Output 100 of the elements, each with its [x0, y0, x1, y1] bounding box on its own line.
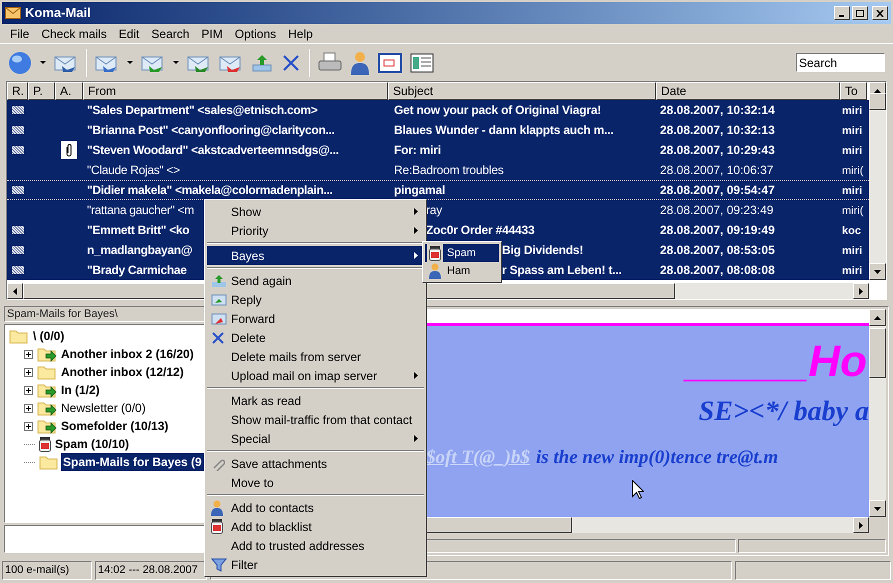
column-header[interactable]: R. — [7, 82, 28, 100]
folder-arrow-icon — [37, 418, 57, 434]
jar-icon — [39, 436, 51, 452]
column-header[interactable]: A. — [55, 82, 83, 100]
menu-item[interactable]: Options — [228, 24, 282, 42]
folder-label[interactable]: Newsletter (0/0) — [59, 399, 148, 417]
mail-row[interactable]: "Didier makela" <makela@colormadenplain... pingamal 28.08.2007, 09:54:47 miri — [7, 180, 869, 200]
scroll-thumb[interactable] — [869, 328, 886, 378]
menu-item[interactable]: PIM — [195, 24, 229, 42]
context-menu-item[interactable]: Filter — [207, 555, 424, 574]
person-icon[interactable] — [350, 50, 370, 74]
folder-label[interactable]: \ (0/0) — [31, 327, 66, 345]
expand-box[interactable] — [24, 350, 33, 358]
column-header[interactable]: P. — [28, 82, 55, 100]
delete-icon — [211, 330, 225, 344]
context-menu-item[interactable]: Add to blacklist — [207, 517, 424, 536]
subject-text: Get now your pack of Original Viagra! — [394, 103, 602, 117]
layout-icon[interactable] — [410, 52, 434, 74]
context-menu-item[interactable]: Mark as read — [207, 391, 424, 410]
folder-label[interactable]: In (1/2) — [59, 381, 102, 399]
mail-row[interactable]: "Brianna Post" <canyonflooring@claritycon... Blaues Wunder - dann klappts auch m... 28.08.2007, 10:32:13 miri — [7, 120, 869, 140]
menu-item[interactable]: File — [4, 24, 36, 42]
column-header[interactable]: To — [840, 82, 867, 100]
recipient-text: miri — [842, 124, 862, 137]
folder-label[interactable]: Somefolder (10/13) — [59, 417, 170, 435]
preview-subheading: SE><*/ baby a — [698, 398, 869, 426]
context-menu-item[interactable]: Move to — [207, 473, 424, 492]
context-menu-item[interactable]: Special — [207, 429, 424, 448]
dropdown-caret-icon[interactable] — [40, 60, 46, 64]
subject-text: Zoc0r Order #44433 — [426, 223, 534, 237]
dropdown-caret-icon[interactable] — [127, 60, 133, 64]
context-menu-item[interactable]: Show — [207, 202, 424, 221]
mail-row[interactable]: "Steven Woodard" <akstcadverteemnsdgs@... For: miri 28.08.2007, 10:29:43 miri — [7, 140, 869, 160]
column-header[interactable]: Date — [656, 82, 840, 100]
scroll-thumb[interactable] — [869, 92, 886, 110]
sender-text: "Brianna Post" <canyonflooring@claritycon... — [87, 123, 335, 137]
subject-text: Re:Badroom troubles — [394, 163, 504, 177]
context-menu-item[interactable]: Delete — [207, 328, 424, 347]
printer-icon[interactable] — [318, 52, 342, 74]
jar-icon — [429, 246, 441, 260]
submenu-item[interactable]: Spam — [425, 244, 499, 262]
date-text: 28.08.2007, 10:32:13 — [660, 123, 775, 137]
sender-text: "Sales Department" <sales@etnisch.com> — [87, 103, 318, 117]
recipient-text: koc — [842, 224, 861, 237]
sender-text: "rattana gaucher" <m — [87, 203, 194, 217]
delete-icon[interactable] — [281, 52, 301, 72]
expand-box[interactable] — [24, 368, 33, 376]
folder-label[interactable]: Another inbox 2 (16/20) — [59, 345, 196, 363]
subject-text: pingamal — [394, 183, 446, 197]
context-menu-item[interactable]: Send again — [207, 271, 424, 290]
submenu-item[interactable]: Ham — [425, 262, 499, 280]
folder-arrow-icon — [37, 400, 57, 416]
vertical-scrollbar[interactable] — [869, 309, 886, 517]
folder-label[interactable]: Another inbox (12/12) — [59, 363, 186, 381]
context-menu-item[interactable]: Forward — [207, 309, 424, 328]
minimize-button[interactable] — [834, 6, 850, 20]
date-text: 28.08.2007, 10:29:43 — [660, 143, 775, 157]
column-header[interactable]: Subject — [388, 82, 656, 100]
funnel-icon — [211, 558, 227, 572]
dropdown-caret-icon[interactable] — [173, 60, 179, 64]
context-menu-item[interactable]: Add to contacts — [207, 498, 424, 517]
window-icon[interactable] — [378, 52, 402, 74]
vertical-scrollbar[interactable] — [869, 82, 886, 280]
context-menu-item[interactable]: Save attachments — [207, 454, 424, 473]
context-menu-item[interactable]: Upload mail on imap server — [207, 366, 424, 385]
sender-text: "Steven Woodard" <akstcadverteemnsdgs@... — [87, 143, 339, 157]
menu-item[interactable]: Edit — [112, 24, 146, 42]
expand-box[interactable] — [24, 404, 33, 412]
text-field[interactable] — [4, 525, 205, 553]
context-menu-item[interactable]: Priority — [207, 221, 424, 240]
column-header[interactable]: From — [83, 82, 388, 100]
expand-box[interactable] — [24, 386, 33, 394]
context-menu-item[interactable]: Add to trusted addresses — [207, 536, 424, 555]
subject-text: Big Dividends! — [502, 243, 584, 257]
context-menu-item[interactable]: Bayes — [207, 246, 424, 265]
folder-arrow-icon — [37, 346, 57, 362]
context-menu-item[interactable]: Reply — [207, 290, 424, 309]
folder-label[interactable]: Spam-Mails for Bayes (9 — [61, 453, 204, 471]
up-arrow-icon — [874, 88, 881, 92]
menu-item[interactable]: Search — [145, 24, 196, 42]
close-icon — [876, 10, 884, 16]
down-arrow-icon — [874, 506, 881, 510]
folder-label[interactable]: Spam (10/10) — [53, 435, 132, 453]
status-panel: 14:02 --- 28.08.2007 — [95, 561, 207, 580]
date-text: 28.08.2007, 08:08:08 — [660, 263, 775, 277]
sender-text: "Emmett Britt" <ko — [87, 223, 190, 237]
expand-box[interactable] — [24, 422, 33, 430]
down-arrow-icon — [874, 270, 881, 274]
maximize-button[interactable] — [852, 6, 868, 20]
mail-row[interactable]: "Sales Department" <sales@etnisch.com> Get now your pack of Original Viagra! 28.08.2007, 10:32:14 miri — [7, 100, 869, 120]
mail-row[interactable]: "Claude Rojas" <> Re:Badroom troubles 28.08.2007, 10:06:37 miri( — [7, 160, 869, 180]
menu-item[interactable]: Help — [282, 24, 319, 42]
menu-item[interactable]: Check mails — [35, 24, 113, 42]
sender-text: "Claude Rojas" <> — [87, 163, 180, 177]
search-field[interactable]: Search — [796, 53, 885, 72]
context-menu-item[interactable]: Show mail-traffic from that contact — [207, 410, 424, 429]
context-menu-item[interactable]: Delete mails from server — [207, 347, 424, 366]
date-text: 28.08.2007, 09:19:49 — [660, 223, 775, 237]
close-button[interactable] — [872, 6, 888, 20]
globe-icon[interactable] — [8, 50, 32, 74]
